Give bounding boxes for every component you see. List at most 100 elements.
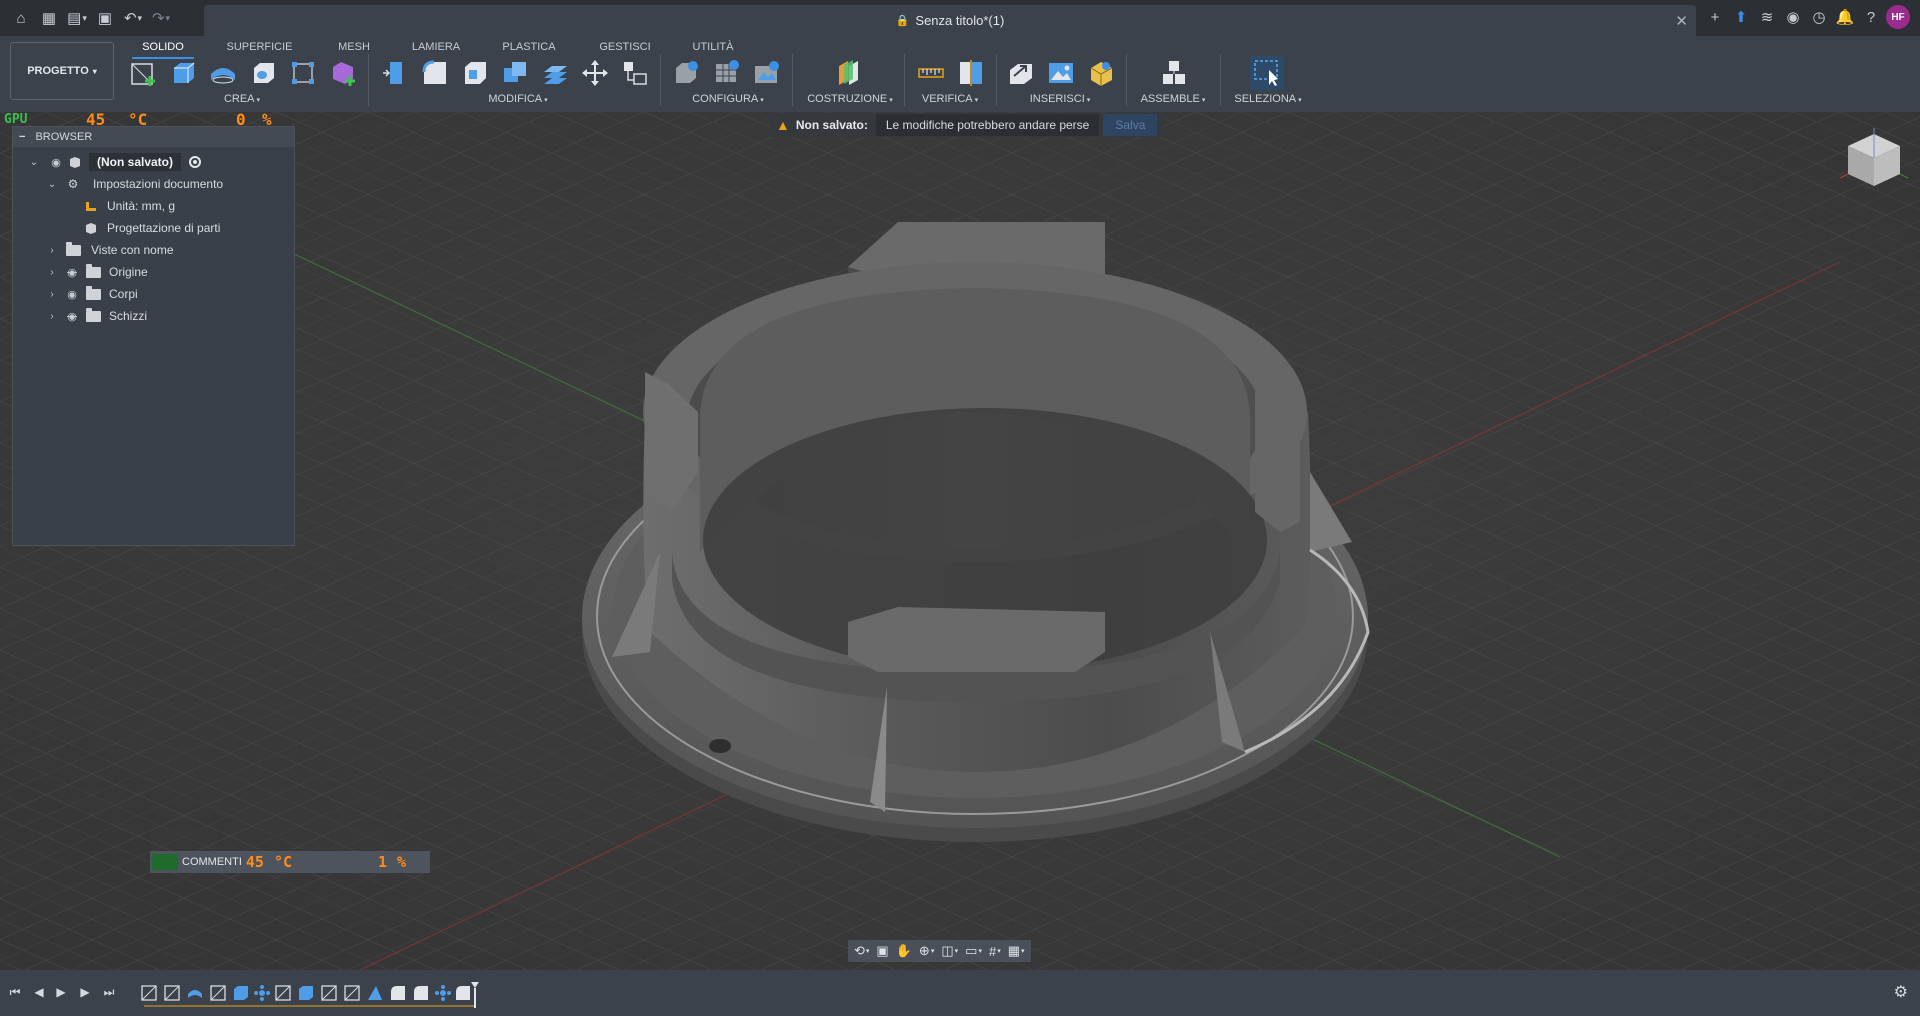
insert-mcmaster-icon[interactable] — [1084, 56, 1118, 90]
pan-icon[interactable]: ✋ — [894, 942, 914, 960]
job-status-icon[interactable]: ◷ — [1808, 5, 1830, 29]
home-icon[interactable]: ⌂ — [8, 5, 34, 31]
close-tab-icon[interactable]: ✕ — [1675, 12, 1688, 30]
tab-superficie[interactable]: SUPERFICIE — [222, 36, 297, 56]
timeline-feature-rib[interactable] — [368, 986, 382, 1000]
new-component-icon[interactable] — [1156, 56, 1190, 90]
step-forward-icon[interactable]: ▶ — [76, 983, 94, 1001]
fillet-icon[interactable] — [418, 56, 452, 90]
offset-face-icon[interactable] — [538, 56, 572, 90]
chevron-right-icon[interactable]: › — [47, 267, 57, 278]
move-copy-icon[interactable] — [578, 56, 612, 90]
play-icon[interactable]: ▶ — [52, 983, 70, 1001]
browser-item-units[interactable]: Unità: mm, g — [83, 195, 175, 217]
document-tab[interactable]: 🔒 Senza titolo*(1) ✕ — [204, 5, 1696, 36]
undo-icon[interactable]: ↶ ▾ — [120, 5, 146, 31]
combine-icon[interactable] — [498, 56, 532, 90]
tab-utilita[interactable]: UTILITÀ — [688, 36, 738, 56]
select-icon[interactable] — [1250, 56, 1284, 90]
step-back-icon[interactable]: ◀ — [30, 983, 48, 1001]
measure-icon[interactable] — [914, 56, 948, 90]
browser-item-part-design[interactable]: Progettazione di parti — [83, 217, 220, 239]
save-button[interactable]: Salva — [1103, 114, 1158, 136]
timeline-feature-sketch[interactable] — [344, 985, 360, 1001]
go-to-end-icon[interactable]: ⏭ — [100, 983, 118, 1001]
timeline-feature-extrude[interactable] — [234, 986, 248, 1000]
browser-item-named-views[interactable]: › Viste con nome — [47, 239, 174, 261]
browser-item-sketches[interactable]: › ◉ Schizzi — [47, 305, 147, 327]
eye-icon[interactable]: ◉ — [65, 288, 79, 301]
timeline-feature-fillet[interactable] — [391, 986, 405, 1000]
view-cube[interactable] — [1838, 124, 1910, 196]
viewports-icon[interactable]: ▦ ▾ — [1006, 942, 1027, 960]
section-analysis-icon[interactable] — [954, 56, 988, 90]
workspace-switcher-button[interactable]: PROGETTO ▾ — [10, 42, 114, 100]
browser-item-origin[interactable]: › ◉ Origine — [47, 261, 148, 283]
group-assemble[interactable]: ASSEMBLE ▾ — [1138, 91, 1208, 107]
new-tab-icon[interactable]: + — [1704, 5, 1726, 29]
timeline-feature-revolve[interactable] — [188, 990, 202, 998]
group-costruzione[interactable]: COSTRUZIONE ▾ — [802, 91, 898, 107]
upload-icon[interactable]: ⬆ — [1730, 5, 1752, 29]
eye-hidden-icon[interactable]: ◉ — [65, 310, 79, 323]
configure-theme-icon[interactable] — [750, 56, 784, 90]
browser-root[interactable]: ⌄ ◉ (Non salvato) — [29, 151, 202, 173]
tab-mesh[interactable]: MESH — [333, 36, 375, 56]
create-sketch-icon[interactable] — [126, 56, 160, 90]
eye-icon[interactable]: ◉ — [49, 156, 63, 169]
save-icon[interactable]: ▣ — [92, 5, 118, 31]
data-panel-icon[interactable]: ≋ — [1756, 5, 1778, 29]
group-inserisci[interactable]: INSERISCI ▾ — [1024, 91, 1096, 107]
browser-header[interactable]: − BROWSER — [13, 127, 294, 147]
collapse-icon[interactable]: − — [19, 131, 25, 143]
create-form-icon[interactable] — [326, 56, 360, 90]
extrude-icon[interactable] — [166, 56, 200, 90]
apps-grid-icon[interactable]: ▦ — [36, 5, 62, 31]
browser-item-bodies[interactable]: › ◉ Corpi — [47, 283, 138, 305]
user-avatar[interactable]: HF — [1886, 5, 1910, 29]
timeline-feature-fillet[interactable] — [456, 986, 470, 1000]
timeline-feature-fillet[interactable] — [414, 986, 428, 1000]
insert-derive-icon[interactable] — [1004, 56, 1038, 90]
timeline-feature-sketch[interactable] — [275, 985, 291, 1001]
configure-rules-icon[interactable] — [710, 56, 744, 90]
redo-icon[interactable]: ↷ ▾ — [148, 5, 174, 31]
revolve-icon[interactable] — [206, 56, 240, 90]
timeline-feature-sketch[interactable] — [141, 985, 157, 1001]
insert-canvas-icon[interactable] — [1044, 56, 1078, 90]
comments-bar[interactable]: COMMENTI 45 °C 1 % — [150, 851, 430, 873]
group-verifica[interactable]: VERIFICA ▾ — [916, 91, 984, 107]
configure-table-icon[interactable] — [670, 56, 704, 90]
file-menu-icon[interactable]: ▤ ▾ — [64, 5, 90, 31]
tab-solido[interactable]: SOLIDO — [132, 36, 194, 59]
active-radio-icon[interactable] — [189, 156, 202, 168]
chevron-right-icon[interactable]: › — [47, 245, 57, 256]
timeline-feature-extrude[interactable] — [299, 986, 313, 1000]
group-seleziona[interactable]: SELEZIONA ▾ — [1230, 91, 1306, 107]
help-icon[interactable]: ? — [1860, 5, 1882, 29]
timeline-feature-sketch[interactable] — [321, 985, 337, 1001]
tab-gestisci[interactable]: GESTISCI — [594, 36, 656, 56]
press-pull-icon[interactable] — [378, 56, 412, 90]
timeline-marker[interactable] — [471, 982, 479, 1008]
timeline-feature-pattern[interactable] — [435, 985, 451, 1001]
timeline-settings-icon[interactable]: ⚙ — [1894, 982, 1908, 1002]
hole-icon[interactable] — [246, 56, 280, 90]
timeline-feature-sketch[interactable] — [164, 985, 180, 1001]
chevron-right-icon[interactable]: › — [47, 311, 57, 322]
fit-icon[interactable]: ◫ ▾ — [939, 942, 960, 960]
pattern-icon[interactable] — [286, 56, 320, 90]
timeline-feature-pattern[interactable] — [254, 985, 270, 1001]
eye-hidden-icon[interactable]: ◉ — [65, 266, 79, 279]
tab-plastica[interactable]: PLASTICA — [498, 36, 560, 56]
grid-settings-icon[interactable]: # ▾ — [987, 942, 1003, 960]
offset-plane-icon[interactable] — [832, 56, 866, 90]
go-to-start-icon[interactable]: ⏮ — [6, 983, 24, 1001]
align-icon[interactable] — [618, 56, 652, 90]
chevron-right-icon[interactable]: › — [47, 289, 57, 300]
zoom-icon[interactable]: ⊕ ▾ — [917, 942, 936, 960]
group-crea[interactable]: CREA ▾ — [212, 91, 272, 107]
timeline-feature-sketch[interactable] — [210, 985, 226, 1001]
shell-icon[interactable] — [458, 56, 492, 90]
extensions-icon[interactable]: ◉ — [1782, 5, 1804, 29]
